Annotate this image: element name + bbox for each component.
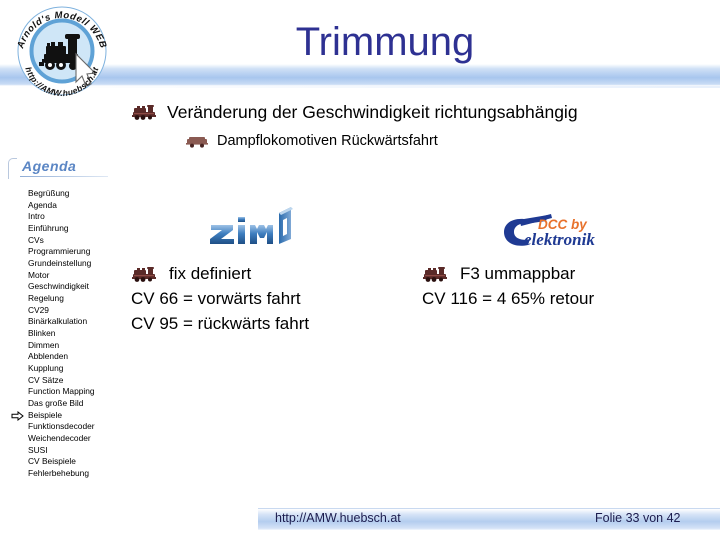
agenda-item-einf-hrung[interactable]: Einführung bbox=[28, 223, 124, 235]
bullet-level-1: Veränderung der Geschwindigkeit richtung… bbox=[131, 100, 691, 124]
agenda-item-label: Programmierung bbox=[28, 246, 91, 257]
agenda-heading: Agenda bbox=[8, 158, 108, 179]
ct-elektronik-logo: DCC by elektronik bbox=[502, 212, 614, 252]
wagon-icon bbox=[186, 135, 208, 148]
agenda-item-susi[interactable]: SUSI bbox=[28, 445, 124, 457]
agenda-item-label: SUSI bbox=[28, 444, 48, 455]
agenda-item-label: Grundeinstellung bbox=[28, 258, 92, 269]
agenda-item-label: Geschwindigkeit bbox=[28, 281, 89, 292]
agenda-item-intro[interactable]: Intro bbox=[28, 211, 124, 223]
agenda-underline bbox=[20, 176, 108, 177]
agenda-item-fehlerbehebung[interactable]: Fehlerbehebung bbox=[28, 468, 124, 480]
agenda-item-label: Abblenden bbox=[28, 351, 69, 362]
agenda-item-label: Blinken bbox=[28, 328, 56, 339]
agenda-item-agenda[interactable]: Agenda bbox=[28, 200, 124, 212]
agenda-item-label: Das große Bild bbox=[28, 398, 84, 409]
agenda-item-label: Beispiele bbox=[28, 409, 62, 420]
agenda-item-label: Funktionsdecoder bbox=[28, 421, 95, 432]
agenda-item-label: Regelung bbox=[28, 293, 64, 304]
bullet-1-text: Veränderung der Geschwindigkeit richtung… bbox=[167, 101, 578, 122]
agenda-item-weichendecoder[interactable]: Weichendecoder bbox=[28, 433, 124, 445]
steam-locomotive-icon bbox=[422, 266, 448, 282]
steam-locomotive-icon bbox=[131, 266, 157, 282]
agenda-item-cv29[interactable]: CV29 bbox=[28, 305, 124, 317]
agenda-item-begr-ung[interactable]: Begrüßung bbox=[28, 188, 124, 200]
slide-title: Trimmung bbox=[295, 20, 475, 64]
left-line-1: CV 66 = vorwärts fahrt bbox=[131, 289, 301, 308]
bullet-level-2: Dampflokomotiven Rückwärtsfahrt bbox=[186, 131, 706, 151]
agenda-item-label: Agenda bbox=[28, 199, 57, 210]
footer-url[interactable]: http://AMW.huebsch.at bbox=[275, 511, 401, 525]
agenda-item-label: Fehlerbehebung bbox=[28, 468, 90, 479]
agenda-item-label: Kupplung bbox=[28, 363, 64, 374]
agenda-item-label: Begrüßung bbox=[28, 188, 70, 198]
agenda-item-geschwindigkeit[interactable]: Geschwindigkeit bbox=[28, 281, 124, 293]
agenda-item-label: Function Mapping bbox=[28, 386, 95, 397]
agenda-item-label: Dimmen bbox=[28, 339, 60, 350]
agenda-bracket bbox=[8, 158, 17, 179]
content-column-right: F3 ummappbar CV 116 = 4 65% retour bbox=[422, 262, 702, 311]
agenda-item-kupplung[interactable]: Kupplung bbox=[28, 363, 124, 375]
steam-locomotive-icon bbox=[131, 104, 157, 120]
right-heading-text: F3 ummappbar bbox=[460, 264, 576, 283]
agenda-item-dimmen[interactable]: Dimmen bbox=[28, 340, 124, 352]
agenda-item-label: Binärkalkulation bbox=[28, 316, 88, 327]
agenda-item-programmierung[interactable]: Programmierung bbox=[28, 246, 124, 258]
agenda-item-label: CV29 bbox=[28, 304, 49, 315]
agenda-item-grundeinstellung[interactable]: Grundeinstellung bbox=[28, 258, 124, 270]
agenda-item-cv-s-tze[interactable]: CV Sätze bbox=[28, 375, 124, 387]
agenda-item-function-mapping[interactable]: Function Mapping bbox=[28, 386, 124, 398]
agenda-item-label: CVs bbox=[28, 234, 44, 245]
footer-page-number: Folie 33 von 42 bbox=[595, 511, 681, 525]
right-line-1: CV 116 = 4 65% retour bbox=[422, 289, 595, 308]
amw-round-logo: Arnold's Modell WEB http://AMW.huebsch.a… bbox=[6, 2, 118, 100]
agenda-item-regelung[interactable]: Regelung bbox=[28, 293, 124, 305]
slide-canvas: Arnold's Modell WEB http://AMW.huebsch.a… bbox=[0, 0, 720, 540]
agenda-item-bin-rkalkulation[interactable]: Binärkalkulation bbox=[28, 316, 124, 328]
agenda-item-label: Intro bbox=[28, 211, 45, 222]
content-column-left: fix definiert CV 66 = vorwärts fahrt CV … bbox=[131, 262, 411, 336]
agenda-item-label: Weichendecoder bbox=[28, 433, 91, 444]
agenda-item-label: Motor bbox=[28, 269, 50, 280]
agenda-heading-label: Agenda bbox=[22, 158, 77, 174]
agenda-item-abblenden[interactable]: Abblenden bbox=[28, 351, 124, 363]
agenda-item-label: CV Beispiele bbox=[28, 456, 76, 467]
agenda-item-cv-beispiele[interactable]: CV Beispiele bbox=[28, 456, 124, 468]
right-heading-row: F3 ummappbar bbox=[422, 262, 702, 286]
agenda-item-funktionsdecoder[interactable]: Funktionsdecoder bbox=[28, 421, 124, 433]
bullet-2-text: Dampflokomotiven Rückwärtsfahrt bbox=[217, 133, 438, 149]
agenda-item-das-gro-e-bild[interactable]: Das große Bild bbox=[28, 398, 124, 410]
left-line-2: CV 95 = rückwärts fahrt bbox=[131, 314, 310, 333]
right-arrow-marker-icon bbox=[11, 410, 24, 421]
zimo-logo bbox=[205, 205, 297, 251]
agenda-item-label: CV Sätze bbox=[28, 374, 64, 385]
left-heading-row: fix definiert bbox=[131, 262, 411, 286]
agenda-item-label: Einführung bbox=[28, 223, 69, 234]
agenda-item-blinken[interactable]: Blinken bbox=[28, 328, 124, 340]
agenda-item-motor[interactable]: Motor bbox=[28, 270, 124, 282]
agenda-item-cvs[interactable]: CVs bbox=[28, 235, 124, 247]
left-heading-text: fix definiert bbox=[169, 264, 252, 283]
ct-wordmark: elektronik bbox=[524, 230, 595, 249]
agenda-list: Begrüßung Agenda Intro Einführung CVs Program… bbox=[11, 188, 124, 480]
agenda-item-beispiele[interactable]: Beispiele bbox=[11, 409, 124, 422]
